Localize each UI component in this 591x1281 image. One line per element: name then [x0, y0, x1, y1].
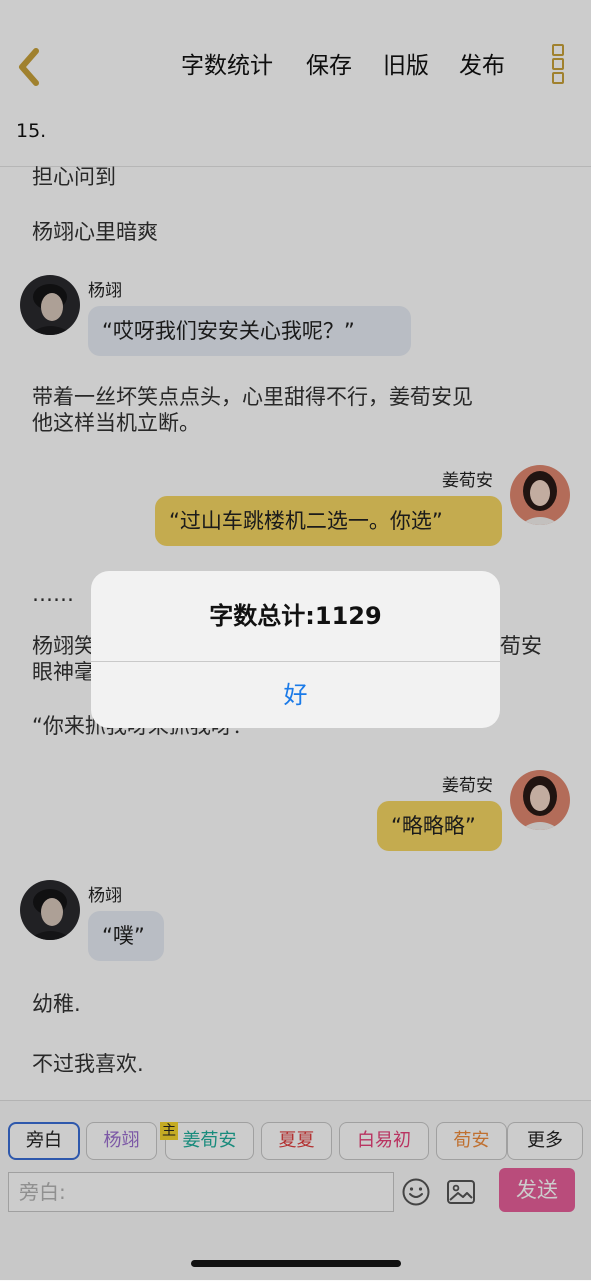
dialog-ok-button[interactable]: 好: [91, 662, 500, 728]
dialog-message: 字数总计:1129: [209, 602, 382, 630]
word-count-dialog: 字数总计:1129 好: [91, 571, 500, 728]
home-indicator: [191, 1260, 401, 1267]
